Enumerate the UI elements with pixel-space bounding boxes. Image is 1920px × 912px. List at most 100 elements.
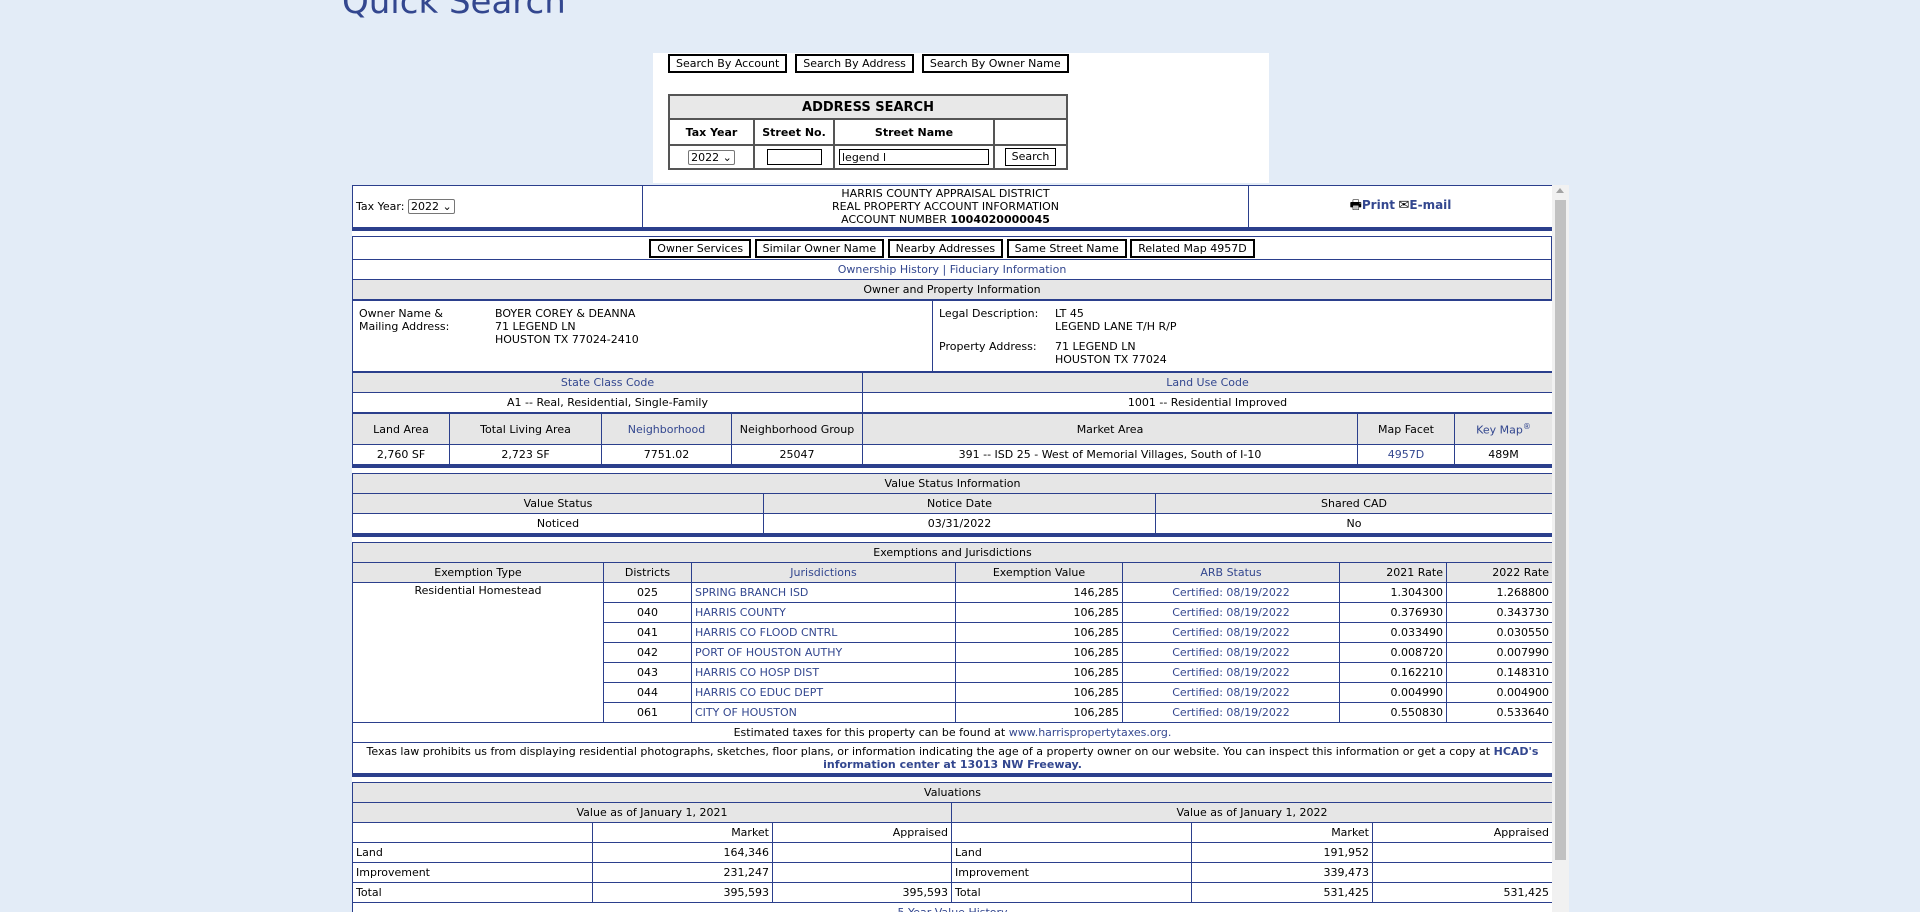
rate-2021: 0.550830 xyxy=(1339,702,1447,723)
owner-services-button[interactable]: Owner Services xyxy=(649,238,752,258)
appraised-value xyxy=(772,862,952,883)
table-row: Total 395,593 395,593 Total 531,425 531,… xyxy=(352,882,1552,903)
state-class-label[interactable]: State Class Code xyxy=(352,372,863,393)
row-label: Total xyxy=(352,882,593,903)
exemption-value: 106,285 xyxy=(955,702,1123,723)
notice-date-header: Notice Date xyxy=(763,493,1156,514)
district-code: 040 xyxy=(603,602,692,623)
rate-2022: 0.030550 xyxy=(1445,622,1552,643)
living-area-header: Total Living Area xyxy=(449,413,602,445)
search-by-owner-button[interactable]: Search By Owner Name xyxy=(921,54,1069,73)
street-no-input[interactable] xyxy=(766,149,822,165)
arb-status-header[interactable]: ARB Status xyxy=(1122,562,1340,583)
header-tax-year-select[interactable]: 2022 ⌄ xyxy=(407,199,455,214)
owner-label-1: Owner Name & xyxy=(359,307,443,320)
appraised-value: 531,425 xyxy=(1371,882,1552,903)
same-street-button[interactable]: Same Street Name xyxy=(1006,238,1127,258)
row-label: Improvement xyxy=(951,862,1192,883)
header-table: Tax Year: 2022 ⌄ HARRIS COUNTY APPRAISAL… xyxy=(352,185,1552,228)
market-value: 395,593 xyxy=(592,882,773,903)
exemption-value: 106,285 xyxy=(955,642,1123,663)
address-search-button[interactable]: Search xyxy=(1004,148,1057,166)
email-icon[interactable]: ✉ xyxy=(1398,198,1409,213)
search-by-address-button[interactable]: Search By Address xyxy=(795,54,914,73)
map-facet-header: Map Facet xyxy=(1357,413,1455,445)
exemption-value: 106,285 xyxy=(955,662,1123,683)
key-map-header[interactable]: Key Map xyxy=(1476,423,1523,436)
legal-label: Legal Description: xyxy=(939,307,1039,320)
appraised-value xyxy=(1371,842,1552,863)
neighborhood-value: 7751.02 xyxy=(601,444,732,465)
exemption-value: 106,285 xyxy=(955,622,1123,643)
jurisdiction-link[interactable]: HARRIS COUNTY xyxy=(691,602,956,623)
print-link[interactable]: Print xyxy=(1362,198,1395,212)
valuations-table: Valuations Value as of January 1, 2021 V… xyxy=(352,782,1552,912)
rate-2021: 1.304300 xyxy=(1339,582,1447,603)
rate-2022: 1.268800 xyxy=(1445,582,1552,603)
arb-status-link[interactable]: Certified: 08/19/2022 xyxy=(1122,622,1340,643)
rate-2022: 0.343730 xyxy=(1445,602,1552,623)
district-code: 061 xyxy=(603,702,692,723)
tax-year-select[interactable]: 2022 ⌄ xyxy=(688,149,735,165)
row-label: Total xyxy=(951,882,1192,903)
scroll-thumb[interactable] xyxy=(1555,200,1566,860)
arb-status-link[interactable]: Certified: 08/19/2022 xyxy=(1122,662,1340,683)
page-title: Quick Search xyxy=(342,0,566,22)
email-link[interactable]: E-mail xyxy=(1409,198,1451,212)
rate-2021: 0.033490 xyxy=(1339,622,1447,643)
codes-table: State Class Code Land Use Code A1 -- Real… xyxy=(352,372,1552,413)
land-use-label[interactable]: Land Use Code xyxy=(862,372,1552,393)
ownership-history-link[interactable]: Ownership History xyxy=(838,263,939,276)
arb-status-link[interactable]: Certified: 08/19/2022 xyxy=(1122,702,1340,723)
search-by-account-button[interactable]: Search By Account xyxy=(668,54,788,73)
jurisdiction-link[interactable]: SPRING BRANCH ISD xyxy=(691,582,956,603)
jurisdiction-link[interactable]: HARRIS CO FLOOD CNTRL xyxy=(691,622,956,643)
street-name-input[interactable] xyxy=(839,149,989,165)
scroll-up-icon[interactable] xyxy=(1556,188,1564,193)
value-2022-title: Value as of January 1, 2022 xyxy=(950,802,1552,823)
printer-icon[interactable]: 🖶 xyxy=(1350,198,1362,213)
legal-2: LEGEND LANE T/H R/P xyxy=(1055,320,1177,333)
jurisdiction-link[interactable]: PORT OF HOUSTON AUTHY xyxy=(691,642,956,663)
property-address-2: HOUSTON TX 77024 xyxy=(1055,353,1167,366)
market-value: 164,346 xyxy=(592,842,773,863)
address-search-table: ADDRESS SEARCH Tax Year Street No. Stree… xyxy=(668,94,1068,170)
districts-header: Districts xyxy=(603,562,692,583)
fiduciary-link[interactable]: Fiduciary Information xyxy=(950,263,1067,276)
jurisdiction-link[interactable]: HARRIS CO HOSP DIST xyxy=(691,662,956,683)
jurisdiction-link[interactable]: CITY OF HOUSTON xyxy=(691,702,956,723)
arb-status-link[interactable]: Certified: 08/19/2022 xyxy=(1122,682,1340,703)
related-map-button[interactable]: Related Map 4957D xyxy=(1130,238,1255,258)
living-area-value: 2,723 SF xyxy=(449,444,602,465)
district-name: HARRIS COUNTY APPRAISAL DISTRICT xyxy=(841,187,1050,200)
appraised-header: Appraised xyxy=(1371,822,1552,843)
market-value: 191,952 xyxy=(1191,842,1373,863)
legal-1: LT 45 xyxy=(1055,307,1084,320)
table-row: Land 164,346 Land 191,952 xyxy=(352,842,1552,863)
shared-cad-header: Shared CAD xyxy=(1154,493,1552,514)
key-map-registered: ® xyxy=(1522,421,1531,431)
similar-owner-button[interactable]: Similar Owner Name xyxy=(754,238,885,258)
neighborhood-header[interactable]: Neighborhood xyxy=(601,413,732,445)
tax-site-link[interactable]: www.harrispropertytaxes.org. xyxy=(1009,726,1172,739)
arb-status-link[interactable]: Certified: 08/19/2022 xyxy=(1122,602,1340,623)
actions-table: Owner Services Similar Owner Name Nearby… xyxy=(352,236,1552,300)
land-use-value: 1001 -- Residential Improved xyxy=(862,392,1552,413)
divider xyxy=(352,774,1552,782)
value-history-link[interactable]: 5 Year Value History xyxy=(352,902,1552,912)
nearby-addresses-button[interactable]: Nearby Addresses xyxy=(887,238,1004,258)
areas-table: Land Area Total Living Area Neighborhood… xyxy=(352,413,1552,465)
info-title: REAL PROPERTY ACCOUNT INFORMATION xyxy=(832,200,1059,213)
scrollbar[interactable] xyxy=(1552,185,1569,912)
arb-status-link[interactable]: Certified: 08/19/2022 xyxy=(1122,582,1340,603)
map-facet-link[interactable]: 4957D xyxy=(1357,444,1455,465)
jurisdictions-header[interactable]: Jurisdictions xyxy=(691,562,956,583)
district-code: 042 xyxy=(603,642,692,663)
account-label: ACCOUNT NUMBER xyxy=(841,213,947,226)
arb-status-link[interactable]: Certified: 08/19/2022 xyxy=(1122,642,1340,663)
market-header: Market xyxy=(1191,822,1373,843)
neighborhood-group-header: Neighborhood Group xyxy=(731,413,863,445)
table-row: Residential Homestead 025 SPRING BRANCH … xyxy=(352,582,1552,723)
tax-year-value: 2022 xyxy=(691,150,720,164)
jurisdiction-link[interactable]: HARRIS CO EDUC DEPT xyxy=(691,682,956,703)
